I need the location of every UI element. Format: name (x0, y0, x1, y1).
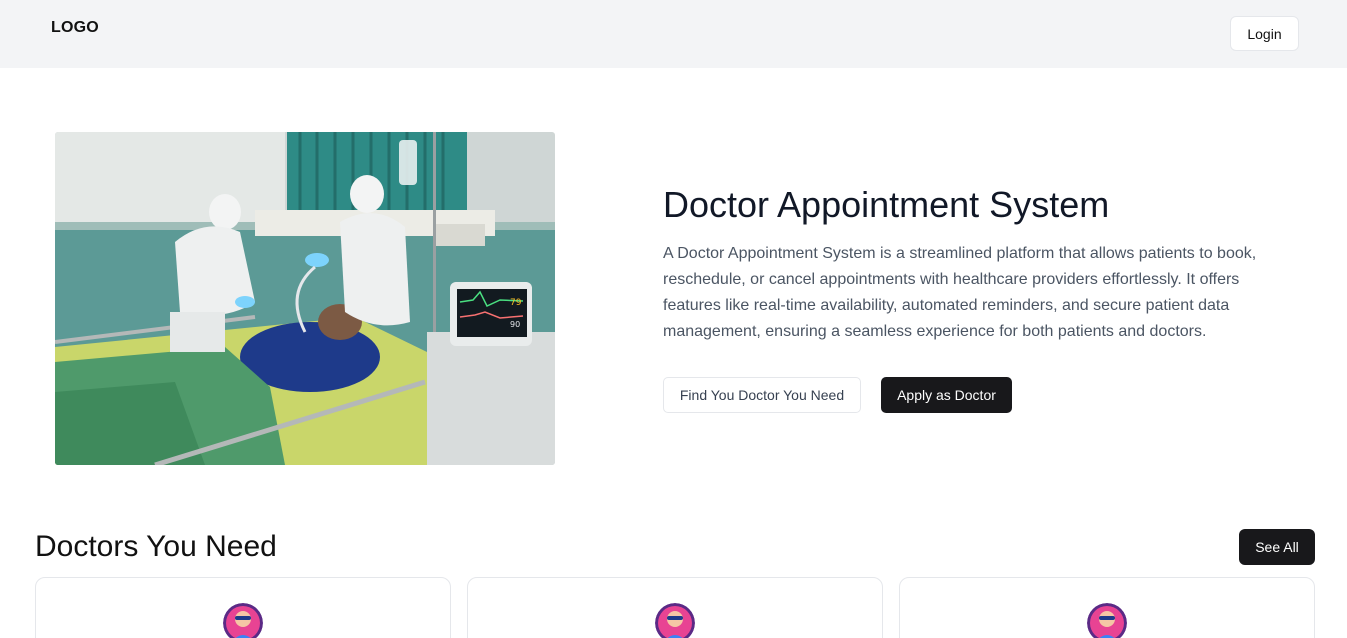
see-all-button[interactable]: See All (1239, 529, 1315, 565)
doctor-card[interactable] (467, 577, 883, 638)
doctor-avatar-icon (223, 603, 263, 638)
login-button[interactable]: Login (1230, 16, 1299, 51)
doctor-avatar-icon (1087, 603, 1127, 638)
doctors-section-title: Doctors You Need (35, 530, 277, 563)
apply-doctor-button[interactable]: Apply as Doctor (881, 377, 1012, 413)
find-doctor-button[interactable]: Find You Doctor You Need (663, 377, 861, 413)
logo[interactable]: LOGO (51, 19, 99, 37)
svg-text:79: 79 (510, 298, 522, 308)
hero-image: 79 90 (55, 132, 555, 465)
navbar: LOGO Login (0, 0, 1347, 68)
doctor-card[interactable] (35, 577, 451, 638)
svg-text:90: 90 (510, 320, 520, 329)
doctor-avatar-icon (655, 603, 695, 638)
doctor-card[interactable] (899, 577, 1315, 638)
hero-description: A Doctor Appointment System is a streaml… (663, 245, 1257, 340)
hero-title: Doctor Appointment System (663, 184, 1110, 225)
